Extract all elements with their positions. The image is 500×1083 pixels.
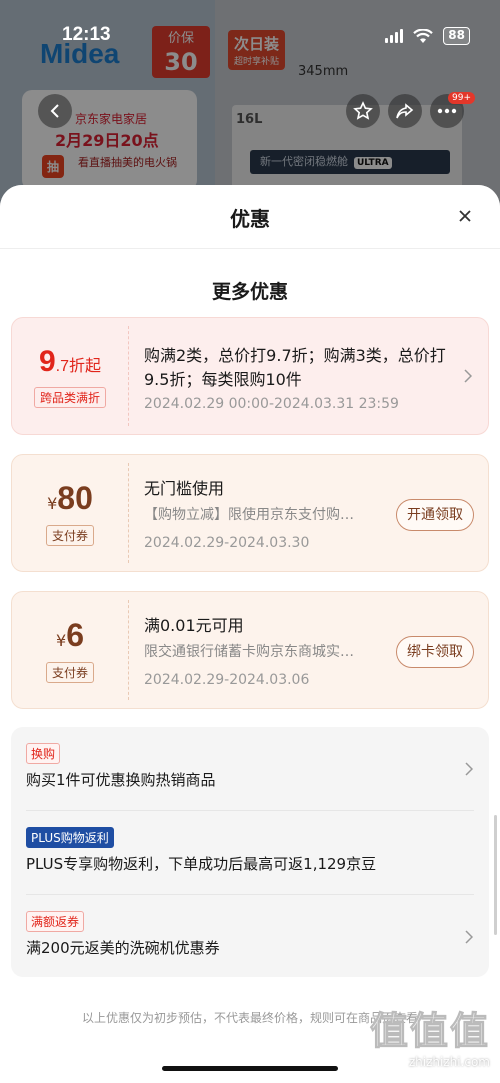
coupon-amount: ¥6 xyxy=(56,617,84,654)
perk-tag: PLUS购物返利 xyxy=(26,827,114,848)
section-title: 更多优惠 xyxy=(211,281,288,303)
coupon-currency: ¥ xyxy=(56,631,67,650)
perk-coupon-return[interactable]: 满额返券 满200元返美的洗碗机优惠券 xyxy=(11,895,489,979)
coupon-description: 无门槛使用 xyxy=(144,479,225,498)
status-time: 12:13 xyxy=(62,24,111,45)
coupon-amount-value: 80 xyxy=(57,480,93,516)
coupon-amount-integer: 9 xyxy=(38,344,56,378)
coupon-details: 无门槛使用 【购物立减】限使用京东支付购买指定商品 2024.02.29-202… xyxy=(144,455,363,571)
bind-card-claim-button[interactable]: 绑卡领取 xyxy=(396,636,474,668)
perk-plus-rebate[interactable]: PLUS购物返利 PLUS专享购物返利，下单成功后最高可返1,129京豆 xyxy=(11,811,489,895)
wifi-icon xyxy=(413,28,434,43)
coupon-date: 2024.02.29 00:00-2024.03.31 23:59 xyxy=(144,396,399,412)
coupon-divider xyxy=(128,326,129,426)
coupon-divider xyxy=(128,463,129,563)
coupon-payment-6: ¥6 支付券 满0.01元可用 限交通银行储蓄卡购京东商城实物商品 2024.0… xyxy=(11,591,489,709)
close-button[interactable] xyxy=(454,205,476,227)
battery-icon: 88 xyxy=(443,27,470,45)
sheet-header: 优惠 xyxy=(0,185,500,249)
coupon-date: 2024.02.29-2024.03.30 xyxy=(144,535,310,551)
share-icon xyxy=(396,103,414,119)
cellular-signal-icon xyxy=(385,29,404,43)
scrollbar[interactable] xyxy=(494,815,497,935)
perk-tag: 换购 xyxy=(26,743,61,764)
coupon-tag: 跨品类满折 xyxy=(33,386,106,408)
home-indicator[interactable] xyxy=(162,1066,338,1071)
coupon-value-area: ¥6 支付券 xyxy=(12,592,128,708)
coupon-description: 购满2类，总价打9.7折；购满3类，总价打9.5折；每类限购10件 xyxy=(144,346,446,389)
coupon-description: 满0.01元可用 xyxy=(144,616,244,635)
more-dots-icon xyxy=(437,108,457,114)
coupon-details: 满0.01元可用 限交通银行储蓄卡购京东商城实物商品 2024.02.29-20… xyxy=(144,592,363,708)
coupon-amount: 9.7折起 xyxy=(39,345,101,379)
chevron-right-icon xyxy=(464,369,472,383)
discount-sheet: 优惠 更多优惠 9.7折起 跨品类满折 购满2类，总价打9.7折；购满3类，总价… xyxy=(0,185,500,1083)
perk-text: 购买1件可优惠换购热销商品 xyxy=(26,771,216,789)
coupon-payment-80: ¥80 支付券 无门槛使用 【购物立减】限使用京东支付购买指定商品 2024.0… xyxy=(11,454,489,572)
coupon-amount-suffix: 折起 xyxy=(69,355,102,375)
close-icon xyxy=(459,210,471,222)
coupon-condition: 【购物立减】限使用京东支付购买指定商品 xyxy=(144,507,363,523)
favorite-button[interactable] xyxy=(346,94,380,128)
star-icon xyxy=(353,101,373,120)
coupon-value-area: ¥80 支付券 xyxy=(12,455,128,571)
coupon-details: 购满2类，总价打9.7折；购满3类，总价打9.5折；每类限购10件 2024.0… xyxy=(144,318,452,434)
coupon-currency: ¥ xyxy=(47,494,58,513)
watermark: 值值值 zhizhizhi.com xyxy=(369,1000,490,1070)
coupon-cross-category[interactable]: 9.7折起 跨品类满折 购满2类，总价打9.7折；购满3类，总价打9.5折；每类… xyxy=(11,317,489,435)
coupon-tag: 支付券 xyxy=(45,662,94,683)
coupon-divider xyxy=(128,600,129,700)
cart-badge: 99+ xyxy=(448,92,475,104)
perks-list: 换购 购买1件可优惠换购热销商品 PLUS购物返利 PLUS专享购物返利，下单成… xyxy=(11,727,489,977)
coupon-amount-value: 6 xyxy=(66,617,84,653)
coupon-amount: ¥80 xyxy=(47,480,93,517)
chevron-right-icon xyxy=(465,762,473,776)
coupon-condition: 限交通银行储蓄卡购京东商城实物商品 xyxy=(144,644,363,660)
chevron-right-icon xyxy=(465,930,473,944)
watermark-text: zhizhizhi.com xyxy=(408,1055,490,1069)
coupon-tag: 支付券 xyxy=(45,525,94,546)
coupon-value-area: 9.7折起 跨品类满折 xyxy=(12,318,128,434)
coupon-date: 2024.02.29-2024.03.06 xyxy=(144,672,310,688)
back-button[interactable] xyxy=(38,94,72,128)
sheet-title: 优惠 xyxy=(230,207,270,231)
perk-tag: 满额返券 xyxy=(26,911,85,932)
watermark-logo: 值值值 xyxy=(369,1009,490,1054)
coupon-amount-decimal: .7 xyxy=(55,357,69,375)
status-icons: 88 xyxy=(385,27,470,45)
perk-text: PLUS专享购物返利，下单成功后最高可返1,129京豆 xyxy=(26,855,377,873)
sheet-body: 更多优惠 9.7折起 跨品类满折 购满2类，总价打9.7折；购满3类，总价打9.… xyxy=(0,249,500,1083)
share-button[interactable] xyxy=(388,94,422,128)
perk-trade-in[interactable]: 换购 购买1件可优惠换购热销商品 xyxy=(11,727,489,811)
chevron-left-icon xyxy=(50,104,59,118)
activate-claim-button[interactable]: 开通领取 xyxy=(396,499,474,531)
perk-text: 满200元返美的洗碗机优惠券 xyxy=(26,939,220,957)
